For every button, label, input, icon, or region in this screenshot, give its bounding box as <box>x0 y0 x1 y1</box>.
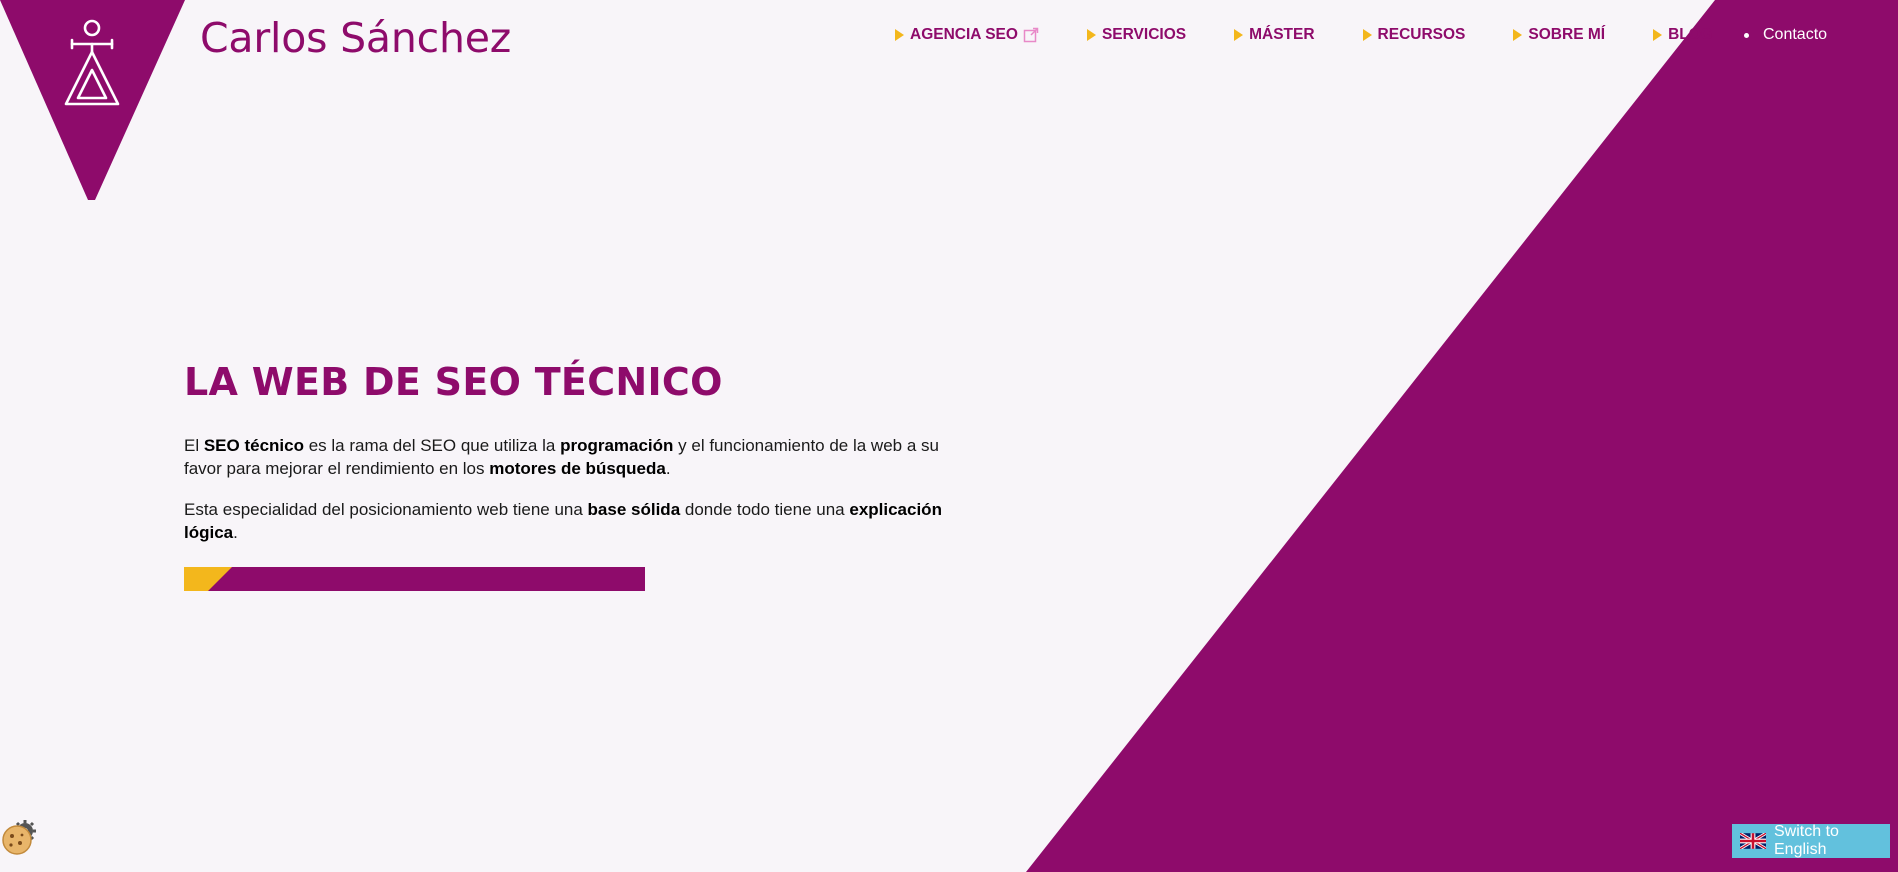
nav-item-label: SOBRE MÍ <box>1528 26 1606 43</box>
arrow-right-icon <box>1513 29 1523 41</box>
bold-text: programación <box>560 436 674 455</box>
uk-flag-icon <box>1740 833 1766 849</box>
bold-text: motores de búsqueda <box>489 459 666 478</box>
text: es la rama del SEO que utiliza la <box>303 436 561 455</box>
logo-icon[interactable] <box>0 0 185 200</box>
bullet-icon <box>1744 32 1749 38</box>
nav-item-label: Contacto <box>1763 26 1828 43</box>
arrow-right-icon <box>1362 29 1372 41</box>
external-link-icon <box>1023 27 1039 43</box>
bar-accent <box>184 567 232 591</box>
nav-item-recursos[interactable]: RECURSOS <box>1362 26 1466 44</box>
nav-item-contacto[interactable]: Contacto <box>1744 26 1827 44</box>
page-title: LA WEB DE SEO TÉCNICO <box>184 360 723 404</box>
arrow-right-icon <box>1086 29 1096 41</box>
text: donde todo tiene una <box>680 500 850 519</box>
hero-section: LA WEB DE SEO TÉCNICO El SEO técnico es … <box>184 360 954 562</box>
nav-item-agencia-seo[interactable]: AGENCIA SEO <box>895 26 1039 44</box>
nav-item-label: SERVICIOS <box>1101 26 1187 43</box>
cookie-settings-button[interactable] <box>0 818 38 856</box>
nav-item-label: MÁSTER <box>1249 26 1315 43</box>
brand-name[interactable]: Carlos Sánchez <box>200 14 511 62</box>
main-nav: AGENCIA SEO SERVICIOS MÁSTER RECURSOS SO… <box>895 26 1761 44</box>
arrow-right-icon <box>895 29 904 41</box>
text: Esta especialidad del posicionamiento we… <box>184 500 588 519</box>
bold-text: base sólida <box>587 500 681 519</box>
hero-paragraph-1: El SEO técnico es la rama del SEO que ut… <box>184 434 954 480</box>
nav-item-sobre-mi[interactable]: SOBRE MÍ <box>1513 26 1605 44</box>
nav-item-servicios[interactable]: SERVICIOS <box>1086 26 1187 44</box>
nav-item-label: BLOG <box>1668 26 1713 43</box>
text: El <box>184 436 204 455</box>
hero-paragraph-2: Esta especialidad del posicionamiento we… <box>184 498 954 544</box>
nav-item-label: RECURSOS <box>1377 26 1466 43</box>
arrow-right-icon <box>1653 29 1663 41</box>
nav-item-label: AGENCIA SEO <box>910 26 1018 43</box>
cookie-gear-icon <box>2 820 36 855</box>
nav-item-blog[interactable]: BLOG <box>1653 26 1713 44</box>
bold-text: SEO técnico <box>203 436 304 455</box>
nav-item-master[interactable]: MÁSTER <box>1234 26 1315 44</box>
language-switch-button[interactable]: Switch to English <box>1732 823 1890 858</box>
arrow-right-icon <box>1234 29 1244 41</box>
page: Carlos Sánchez AGENCIA SEO SERVICIOS MÁS… <box>0 0 1898 872</box>
language-switch-label: Switch to English <box>1774 823 1839 858</box>
text: . <box>665 459 671 478</box>
text: . <box>233 523 238 542</box>
decorative-bar <box>184 567 645 591</box>
